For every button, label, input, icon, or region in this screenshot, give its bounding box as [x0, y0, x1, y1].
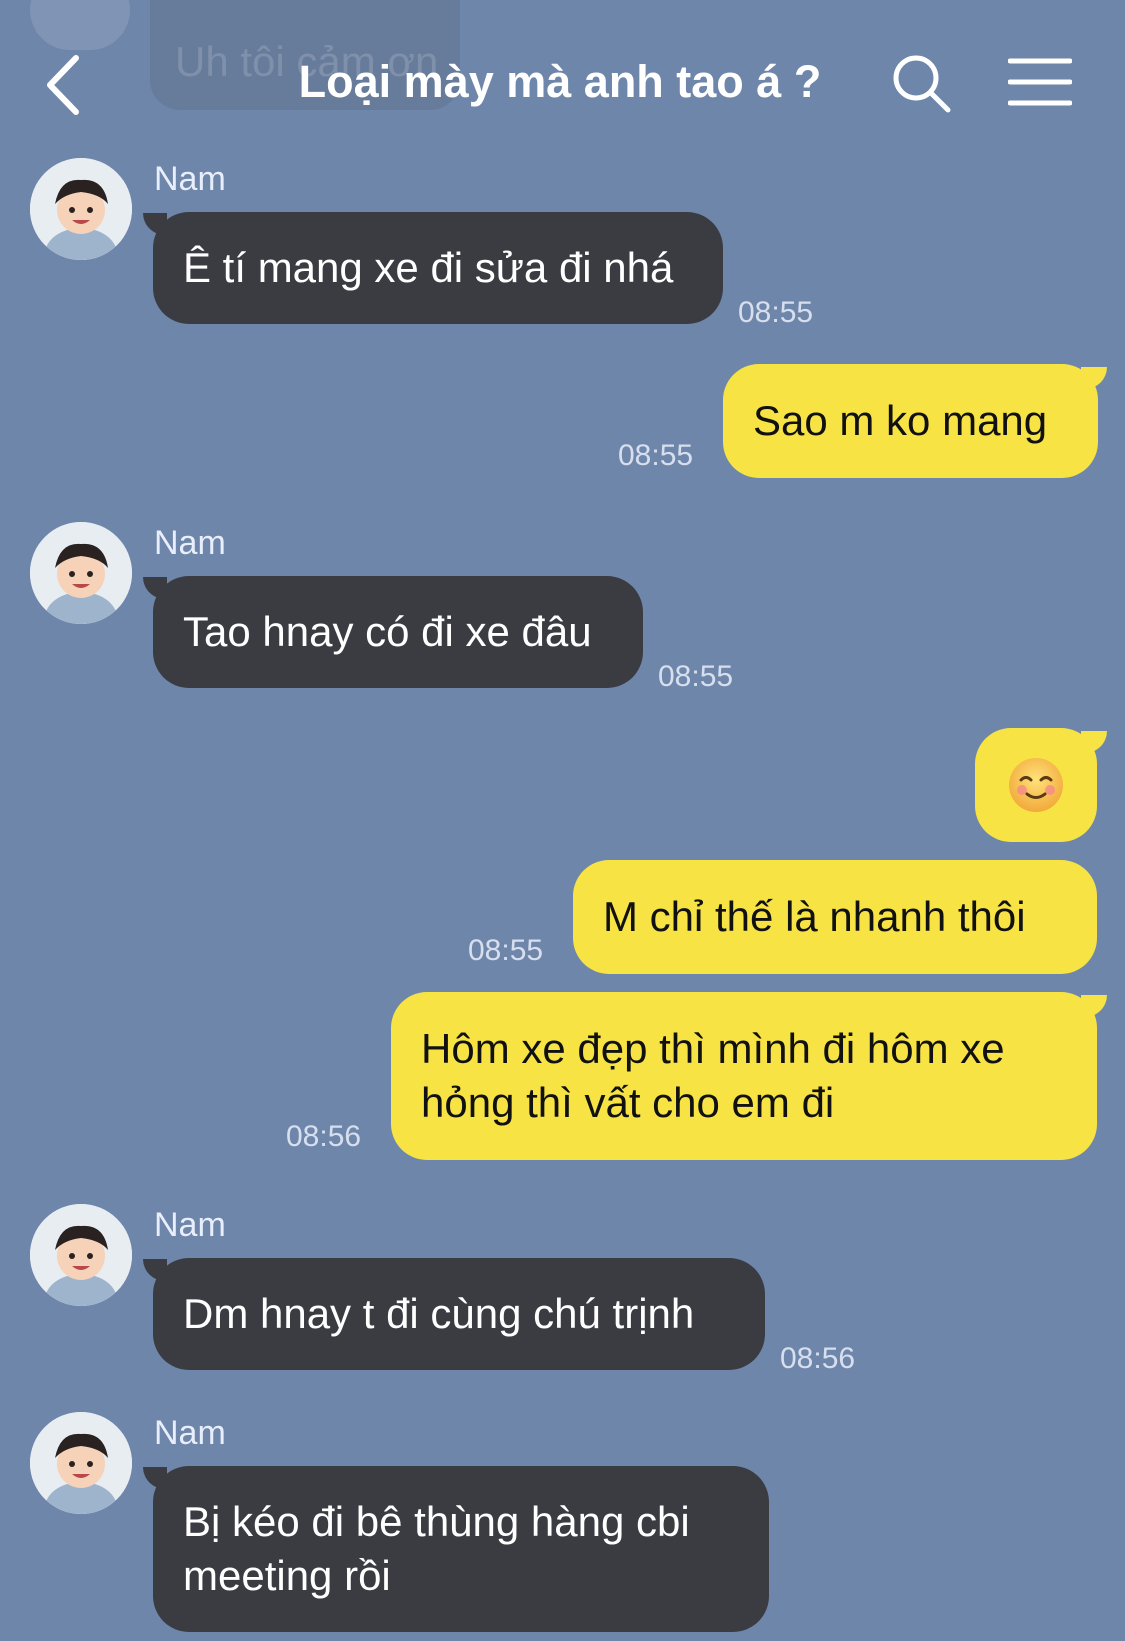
message-time: 08:55	[618, 439, 694, 472]
avatar-child-photo-icon	[30, 1412, 132, 1514]
message-text: Dm hnay t đi cùng chú trịnh	[183, 1290, 695, 1337]
avatar[interactable]	[30, 158, 132, 260]
message-time: 08:55	[738, 296, 814, 329]
bubble-tail	[1081, 731, 1107, 753]
sender-name: Nam	[154, 1206, 226, 1244]
message-text: M chỉ thế là nhanh thôi	[603, 893, 1026, 940]
avatar-child-photo-icon	[30, 1204, 132, 1306]
message-bubble-incoming[interactable]: Ê tí mang xe đi sửa đi nhá	[153, 212, 723, 324]
message-bubble-outgoing[interactable]: Sao m ko mang	[723, 364, 1098, 478]
message-bubble-incoming[interactable]: Dm hnay t đi cùng chú trịnh	[153, 1258, 765, 1370]
message-time: 08:55	[658, 660, 734, 693]
message-bubble-incoming[interactable]: Tao hnay có đi xe đâu	[153, 576, 643, 688]
smiling-face-emoji-icon	[1009, 758, 1063, 812]
message-bubble-outgoing[interactable]	[975, 728, 1097, 842]
message-text: Sao m ko mang	[753, 397, 1048, 444]
message-bubble-outgoing[interactable]: Hôm xe đẹp thì mình đi hôm xe hỏng thì v…	[391, 992, 1097, 1160]
message-text-line-2: meeting rồi	[183, 1552, 391, 1599]
chat-header: Loại mày mà anh tao á ?	[0, 0, 1125, 170]
message-text: Tao hnay có đi xe đâu	[183, 608, 592, 655]
sender-name: Nam	[154, 1414, 226, 1452]
sender-name: Nam	[154, 524, 226, 562]
message-bubble-outgoing[interactable]: M chỉ thế là nhanh thôi	[573, 860, 1097, 974]
message-time: 08:55	[468, 934, 544, 967]
avatar[interactable]	[30, 1412, 132, 1514]
message-bubble-incoming[interactable]: Bị kéo đi bê thùng hàng cbi meeting rồi	[153, 1466, 769, 1632]
sender-name: Nam	[154, 160, 226, 198]
avatar[interactable]	[30, 1204, 132, 1306]
avatar[interactable]	[30, 522, 132, 624]
message-time: 08:56	[286, 1120, 362, 1153]
search-icon[interactable]	[890, 52, 952, 114]
avatar-child-photo-icon	[30, 158, 132, 260]
message-text: Ê tí mang xe đi sửa đi nhá	[183, 244, 674, 291]
chat-title: Loại mày mà anh tao á ?	[298, 56, 822, 107]
message-text-line-1: Hôm xe đẹp thì mình đi hôm xe	[421, 1025, 1005, 1072]
message-text-line-2: hỏng thì vất cho em đi	[421, 1079, 835, 1126]
back-arrow-icon[interactable]	[40, 50, 90, 120]
message-time: 08:56	[780, 1342, 856, 1375]
bubble-tail	[1081, 995, 1107, 1017]
avatar-child-photo-icon	[30, 522, 132, 624]
bubble-tail	[1081, 367, 1107, 389]
menu-icon[interactable]	[1008, 56, 1072, 108]
message-text-line-1: Bị kéo đi bê thùng hàng cbi	[183, 1498, 690, 1545]
